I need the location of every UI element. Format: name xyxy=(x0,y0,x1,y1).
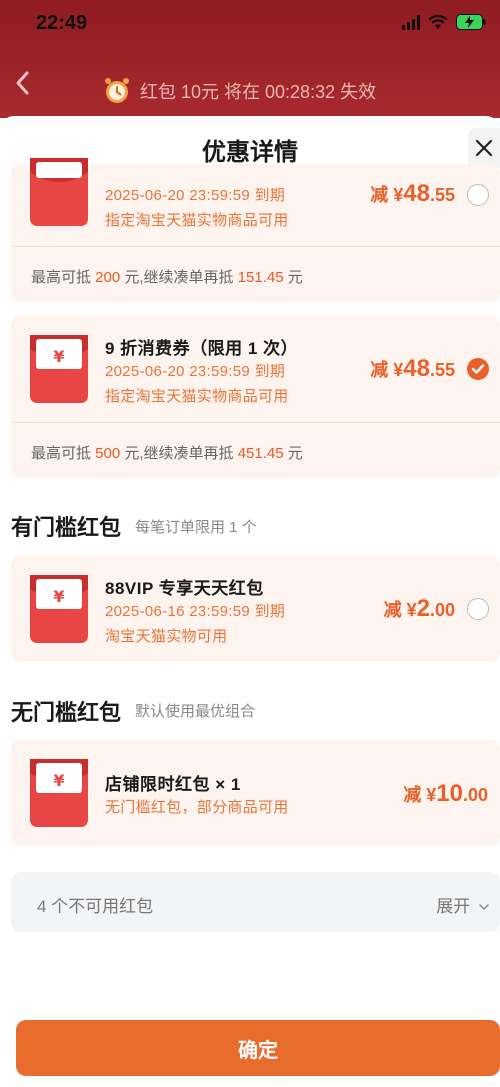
coupon-scope: 指定淘宝天猫实物商品可用 xyxy=(105,212,289,229)
red-envelope-icon: ¥ xyxy=(30,759,88,827)
red-packet-card[interactable]: ¥ 88VIP 专享天天红包 2025-06-16 23:59:59 到期 淘宝… xyxy=(11,556,500,662)
chevron-down-icon xyxy=(479,904,489,911)
coupon-scope: 指定淘宝天猫实物商品可用 xyxy=(105,388,289,405)
red-packet-card[interactable]: ¥ 店铺限时红包 × 1 无门槛红包，部分商品可用 减 ¥10.00 xyxy=(11,740,500,846)
close-button[interactable] xyxy=(468,128,500,168)
svg-text:¥: ¥ xyxy=(53,587,64,606)
red-packet-scope: 淘宝天猫实物可用 xyxy=(105,628,228,645)
discount-detail-sheet: 优惠详情 2025-06-20 23:59:59 到期 指定淘宝天猫实物商品可用… xyxy=(0,116,500,1087)
confirm-button[interactable]: 确定 xyxy=(16,1020,500,1076)
coupon-card[interactable]: 2025-06-20 23:59:59 到期 指定淘宝天猫实物商品可用 减 ¥4… xyxy=(11,158,500,302)
section-title-threshold: 有门槛红包 xyxy=(11,515,122,540)
red-packet-amount: 减 ¥10.00 xyxy=(403,780,488,807)
card-divider xyxy=(11,246,500,247)
unavailable-red-packets-row[interactable]: 4 个不可用红包 展开 xyxy=(11,872,500,932)
status-time: 22:49 xyxy=(36,12,88,34)
signal-icon xyxy=(402,14,420,30)
red-envelope-icon: ¥ xyxy=(30,575,88,643)
red-envelope-icon xyxy=(30,158,88,226)
red-envelope-icon: ¥ xyxy=(30,335,88,403)
top-header: 22:49 红包 10元 将在 00:28:32 失效 xyxy=(0,0,500,118)
expand-label: 展开 xyxy=(436,897,471,916)
status-icons xyxy=(402,14,486,30)
coupon-expiry: 2025-06-20 23:59:59 到期 xyxy=(105,187,286,204)
unavailable-count-label: 4 个不可用红包 xyxy=(37,897,154,916)
coupon-amount: 减 ¥48.55 xyxy=(370,355,455,382)
coupon-expiry: 2025-06-20 23:59:59 到期 xyxy=(105,363,286,380)
section-subtitle-threshold: 每笔订单限用 1 个 xyxy=(135,519,257,536)
red-packet-expiry: 2025-06-16 23:59:59 到期 xyxy=(105,603,286,620)
coupon-title: 9 折消费券（限用 1 次） xyxy=(105,339,299,358)
alarm-clock-icon xyxy=(105,78,129,103)
expiry-timer: 红包 10元 将在 00:28:32 失效 xyxy=(102,76,376,106)
red-packet-scope: 无门槛红包，部分商品可用 xyxy=(105,799,289,816)
back-arrow-icon[interactable] xyxy=(12,68,34,98)
red-packet-amount: 减 ¥2.00 xyxy=(383,595,455,622)
coupon-amount: 减 ¥48.55 xyxy=(370,180,455,207)
section-title-no-threshold: 无门槛红包 xyxy=(11,700,122,725)
battery-icon xyxy=(456,14,486,30)
red-packet-title: 88VIP 专享天天红包 xyxy=(105,579,264,598)
coupon-radio[interactable] xyxy=(467,184,489,206)
expiry-timer-text: 红包 10元 将在 00:28:32 失效 xyxy=(140,82,377,102)
red-packet-title: 店铺限时红包 × 1 xyxy=(105,775,241,794)
checkmark-icon xyxy=(471,364,485,374)
red-packet-radio[interactable] xyxy=(467,598,489,620)
card-divider xyxy=(11,422,500,423)
svg-text:¥: ¥ xyxy=(53,347,64,366)
coupon-footer: 最高可抵 500 元,继续凑单再抵 451.45 元 xyxy=(31,445,303,462)
svg-text:¥: ¥ xyxy=(53,771,64,790)
expand-toggle[interactable]: 展开 xyxy=(436,892,490,917)
coupon-radio-checked[interactable] xyxy=(467,358,489,380)
section-subtitle-no-threshold: 默认使用最优组合 xyxy=(135,703,256,720)
coupon-footer: 最高可抵 200 元,继续凑单再抵 151.45 元 xyxy=(31,269,303,286)
wifi-icon xyxy=(428,14,448,30)
close-icon xyxy=(475,139,493,157)
coupon-card[interactable]: ¥ 9 折消费券（限用 1 次） 2025-06-20 23:59:59 到期 … xyxy=(11,316,500,478)
